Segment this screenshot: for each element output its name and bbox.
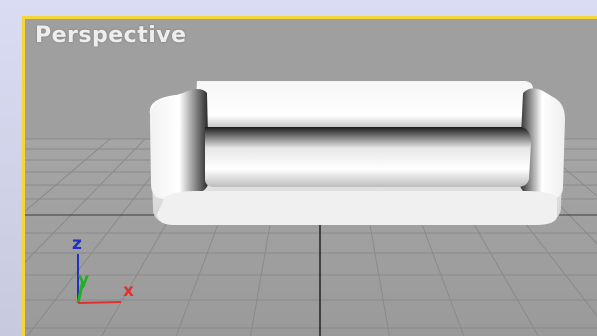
viewport-label[interactable]: Perspective [35,23,187,48]
viewport-frame: z y x Perspective [0,0,597,336]
sofa-front [157,191,557,225]
y-axis-label: y [78,270,89,290]
x-axis-line [77,301,122,304]
z-axis-label: z [72,234,82,254]
sofa-left-arm [150,89,209,199]
viewport-scene: z y x [25,81,597,336]
perspective-viewport[interactable]: z y x Perspective [22,16,597,336]
sofa-back [195,81,533,127]
sofa-seat-cushion [205,127,531,187]
x-axis-label: x [123,281,134,301]
sofa-model [149,81,565,225]
